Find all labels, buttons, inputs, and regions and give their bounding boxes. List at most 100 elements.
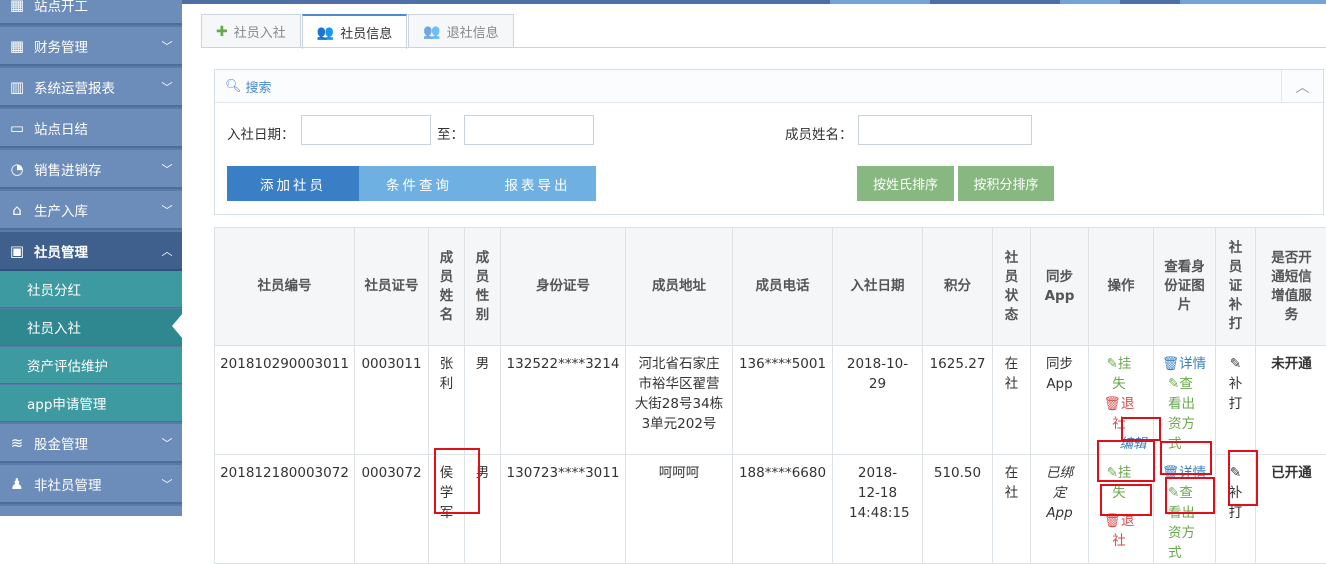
header-id-no[interactable]: 身份证号 [501,228,626,346]
grid-icon: ▦ [0,37,34,55]
sidebar-item-members[interactable]: ▣ 社员管理 ︿ [0,232,182,271]
sidebar-subitem-app[interactable]: app申请管理 [0,385,182,422]
header-sms-service: 是否开通短信增值服务 [1256,228,1326,346]
highlight-box [1160,441,1212,475]
chevron-down-icon: ﹀ [152,79,182,95]
cell-card-no: 0003072 [355,455,429,564]
sidebar-item-sales[interactable]: ◔ 销售进销存 ﹀ [0,150,182,189]
sidebar-item-label: 系统运营报表 [34,77,152,97]
export-button[interactable]: 报表导出 [479,166,596,201]
cell-card-no: 0003011 [355,346,429,455]
database-icon: ≋ [0,434,34,452]
tab-label: 退社信息 [447,22,499,41]
header-phone[interactable]: 成员电话 [733,228,833,346]
sidebar-item-label: 站点开工 [34,0,182,15]
highlight-box [1100,484,1152,516]
trash-icon: 🗑︎ [1162,356,1179,372]
sidebar-item-daily-close[interactable]: ▭ 站点日结 [0,109,182,148]
highlight-box [1228,450,1258,506]
cell-phone: 136****5001 [733,346,833,455]
sidebar-subitem-join[interactable]: 社员入社 [0,309,182,346]
cell-member-no: 201812180003072 [215,455,355,564]
chevron-up-icon: ︿ [1296,77,1310,97]
header-points[interactable]: 积分 [923,228,993,346]
bar-chart-icon: ▥ [0,78,34,96]
header-sync-app[interactable]: 同步App [1031,228,1089,346]
sync-app-link[interactable]: 同步App [1031,346,1089,455]
chevron-up-icon: ︿ [152,243,182,259]
tab-underline [201,47,1326,48]
detail-link[interactable]: 🗑︎详情 [1162,354,1215,374]
search-title: 搜索 [246,77,272,96]
member-name-label: 成员姓名： [785,123,853,143]
grid-icon: ▦ [0,0,34,14]
table-header-row: 社员编号 社员证号 成员姓名 成员性别 身份证号 成员地址 成员电话 入社日期 … [215,228,1326,346]
sidebar-item-site-start[interactable]: ▦ 站点开工 [0,0,182,25]
chevron-down-icon: ﹀ [152,161,182,177]
header-address[interactable]: 成员地址 [626,228,733,346]
tab-bar: ✚ 社员入社 👥 社员信息 👥 退社信息 [201,14,515,48]
bank-icon: ⌂ [0,201,34,219]
join-date-from-input[interactable] [301,115,431,145]
search-panel: 🔍︎ 搜索 ︿ 入社日期： 至： 成员姓名： 添加社员 条件查询 报表导出 按姓… [214,69,1324,215]
tab-member-info[interactable]: 👥 社员信息 [302,14,407,49]
tab-label: 社员入社 [234,22,286,41]
sidebar-item-reports[interactable]: ▥ 系统运营报表 ﹀ [0,68,182,107]
reprint-link[interactable]: ✎ 补打 [1216,346,1256,455]
member-table: 社员编号 社员证号 成员姓名 成员性别 身份证号 成员地址 成员电话 入社日期 … [214,227,1326,564]
cell-phone: 188****6680 [733,455,833,564]
highlight-box [1097,440,1155,482]
cell-points: 510.50 [923,455,993,564]
sidebar-item-label: 社员管理 [34,241,152,261]
sidebar-item-finance[interactable]: ▦ 财务管理 ﹀ [0,27,182,66]
active-caret [172,313,183,339]
highlight-box [1165,477,1215,514]
sidebar-subitem-dividend[interactable]: 社员分红 [0,271,182,308]
cell-points: 1625.27 [923,346,993,455]
cell-sms-status: 未开通 [1256,346,1326,455]
sidebar-item-next[interactable] [0,506,182,516]
header-gender[interactable]: 成员性别 [465,228,501,346]
sidebar-item-production[interactable]: ⌂ 生产入库 ﹀ [0,191,182,230]
sidebar-item-label: 站点日结 [34,118,182,138]
highlight-box [1121,417,1161,441]
tab-member-join[interactable]: ✚ 社员入社 [201,14,301,48]
collapse-button[interactable]: ︿ [1281,70,1323,103]
header-name[interactable]: 成员姓名 [429,228,465,346]
query-button[interactable]: 条件查询 [359,166,479,201]
cell-sms-status: 已开通 [1256,455,1326,564]
cell-id-no: 130723****3011 [501,455,626,564]
tab-quit-info[interactable]: 👥 退社信息 [408,14,513,48]
sidebar-item-label: 销售进销存 [34,159,152,179]
search-icon: 🔍︎ [225,79,242,94]
detail-label: 详情 [1179,356,1206,372]
member-name-input[interactable] [858,115,1032,145]
sidebar-item-shares[interactable]: ≋ 股金管理 ﹀ [0,424,182,463]
reprint-label: 补打 [1229,376,1243,412]
tab-label: 社员信息 [340,23,392,42]
join-date-to-input[interactable] [464,115,594,145]
top-strip-segment [1060,0,1120,4]
header-reprint: 社员证补打 [1216,228,1256,346]
pencil-icon: ✎ [1230,356,1241,372]
chevron-down-icon: ﹀ [152,435,182,451]
sidebar-subitem-asset[interactable]: 资产评估维护 [0,347,182,384]
header-join-date[interactable]: 入社日期 [833,228,923,346]
member-name-link[interactable]: 张利 [429,346,465,455]
report-lost-link[interactable]: ✎挂失 [1103,354,1153,394]
add-member-button[interactable]: 添加社员 [227,166,359,201]
cell-status: 在社 [993,346,1031,455]
sidebar-item-nonmembers[interactable]: ♟ 非社员管理 ﹀ [0,465,182,504]
image-icon: ▣ [0,242,34,260]
header-card-no[interactable]: 社员证号 [355,228,429,346]
chevron-down-icon: ﹀ [152,202,182,218]
highlight-box [434,448,480,514]
search-panel-header[interactable]: 🔍︎ 搜索 [215,70,1323,103]
chevron-down-icon: ﹀ [152,476,182,492]
header-member-no[interactable]: 社员编号 [215,228,355,346]
plus-icon: ✚ [216,24,228,40]
pencil-icon: ✎ [1107,356,1118,372]
sort-by-name-button[interactable]: 按姓氏排序 [857,166,954,201]
sort-by-points-button[interactable]: 按积分排序 [958,166,1054,201]
header-status[interactable]: 社员状态 [993,228,1031,346]
